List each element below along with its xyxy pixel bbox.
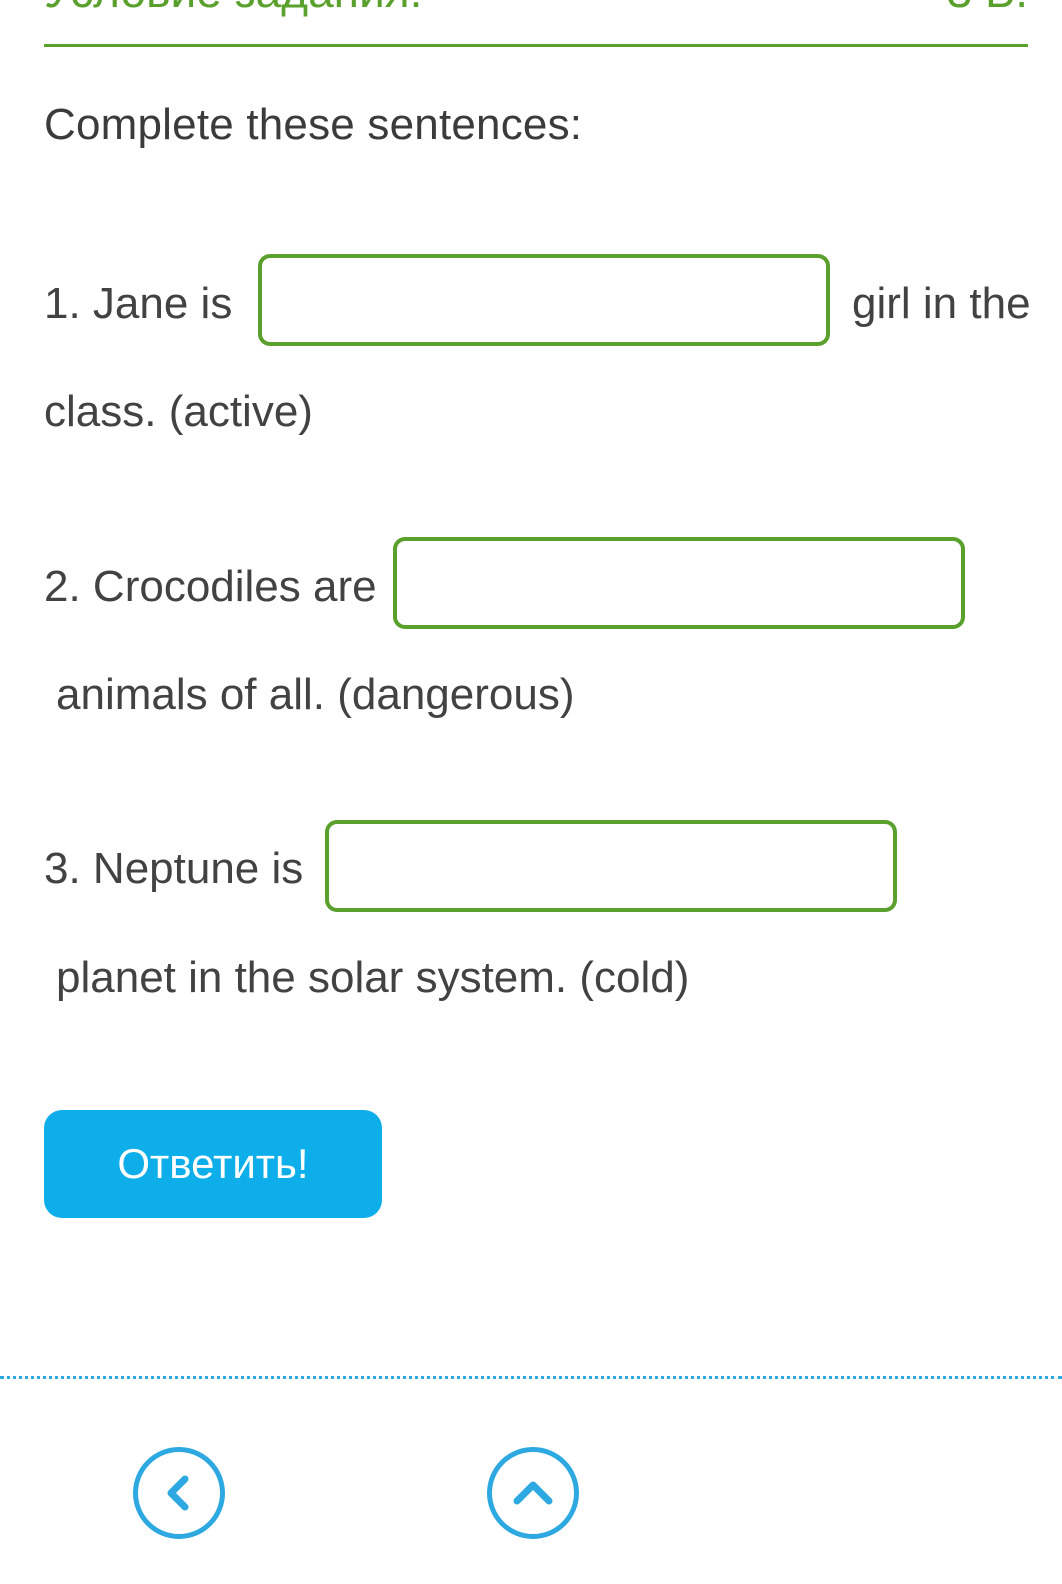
dotted-divider (0, 1376, 1062, 1379)
question-3-answer-input[interactable] (325, 820, 897, 912)
task-instruction: Complete these sentences: (44, 100, 583, 149)
chevron-left-icon (167, 1475, 189, 1511)
header-divider (44, 44, 1028, 47)
question-2-prefix: 2. Crocodiles are (44, 562, 377, 611)
question-2-continuation: animals of all. (dangerous) (56, 670, 575, 719)
chevron-up-icon (513, 1481, 553, 1505)
question-1-continuation: class. (active) (44, 387, 313, 436)
question-1-inline-suffix: girl in the (852, 279, 1031, 328)
task-points: 3 Б. (947, 0, 1028, 16)
question-1-answer-input[interactable] (258, 254, 830, 346)
back-nav-button[interactable] (133, 1447, 225, 1539)
question-3-continuation: planet in the solar system. (cold) (56, 953, 690, 1002)
submit-answer-button[interactable]: Ответить! (44, 1110, 382, 1218)
task-condition-title: Условие задания: (44, 0, 422, 16)
question-2-answer-input[interactable] (393, 537, 965, 629)
question-3-prefix: 3. Neptune is (44, 844, 304, 893)
question-1-prefix: 1. Jane is (44, 279, 233, 328)
task-header: Условие задания: 3 Б. (44, 0, 1028, 46)
scroll-up-nav-button[interactable] (487, 1447, 579, 1539)
